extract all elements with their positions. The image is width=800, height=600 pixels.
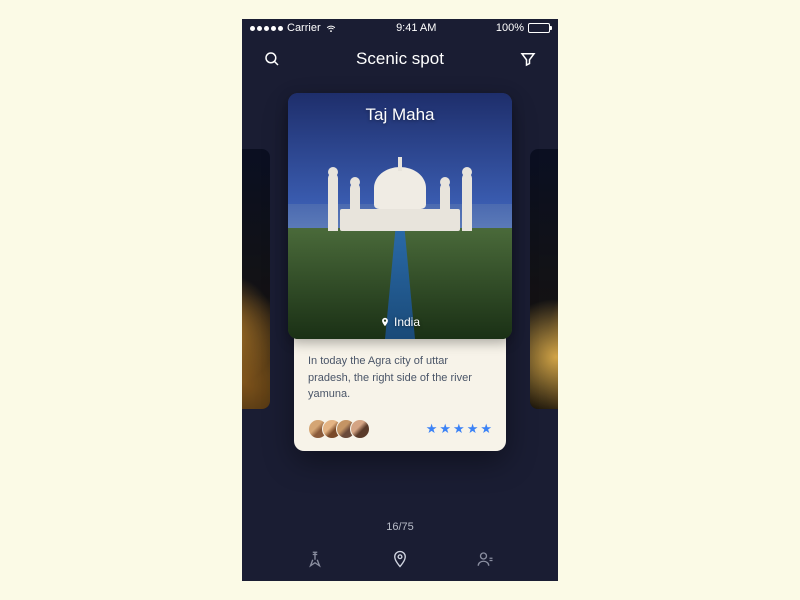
card-body: In today the Agra city of uttar pradesh,… (294, 339, 506, 451)
avatar (350, 419, 370, 439)
battery-icon (528, 23, 550, 33)
page-title: Scenic spot (356, 49, 444, 69)
filter-icon[interactable] (516, 47, 540, 71)
tab-bar (242, 537, 558, 581)
star-icon: ★ (426, 421, 438, 437)
star-icon: ★ (480, 421, 492, 437)
tab-location[interactable] (386, 545, 414, 573)
next-card-peek[interactable]: Sy (530, 149, 558, 409)
card-carousel[interactable]: wer Sy Taj Maha India In toda (242, 99, 558, 501)
tab-pin[interactable] (301, 545, 329, 573)
tab-profile[interactable] (471, 545, 499, 573)
rating-stars: ★ ★ ★ ★ ★ (426, 421, 492, 437)
star-icon: ★ (467, 421, 479, 437)
signal-strength-icon (250, 26, 283, 31)
star-icon: ★ (453, 421, 465, 437)
battery-pct-label: 100% (496, 22, 524, 34)
visitor-avatars[interactable] (308, 419, 370, 439)
card-location: India (288, 315, 512, 329)
card-footer: ★ ★ ★ ★ ★ (308, 419, 492, 439)
status-left: Carrier (250, 22, 337, 34)
card-title: Taj Maha (288, 105, 512, 125)
wifi-icon (325, 22, 337, 34)
star-icon: ★ (439, 421, 451, 437)
card-hero-image: Taj Maha India (288, 93, 512, 339)
carrier-label: Carrier (287, 22, 321, 34)
page-counter: 16/75 (242, 521, 558, 533)
phone-frame: Carrier 9:41 AM 100% Scenic spot wer Sy (242, 19, 558, 581)
location-pin-icon (380, 317, 390, 327)
card-description: In today the Agra city of uttar pradesh,… (308, 353, 492, 403)
search-icon[interactable] (260, 47, 284, 71)
prev-card-peek[interactable]: wer (242, 149, 270, 409)
status-right: 100% (496, 22, 550, 34)
main-card[interactable]: Taj Maha India In today the Agra city of… (294, 99, 506, 451)
app-header: Scenic spot (242, 37, 558, 81)
status-bar: Carrier 9:41 AM 100% (242, 19, 558, 37)
card-country: India (394, 315, 420, 329)
status-time: 9:41 AM (396, 22, 436, 34)
